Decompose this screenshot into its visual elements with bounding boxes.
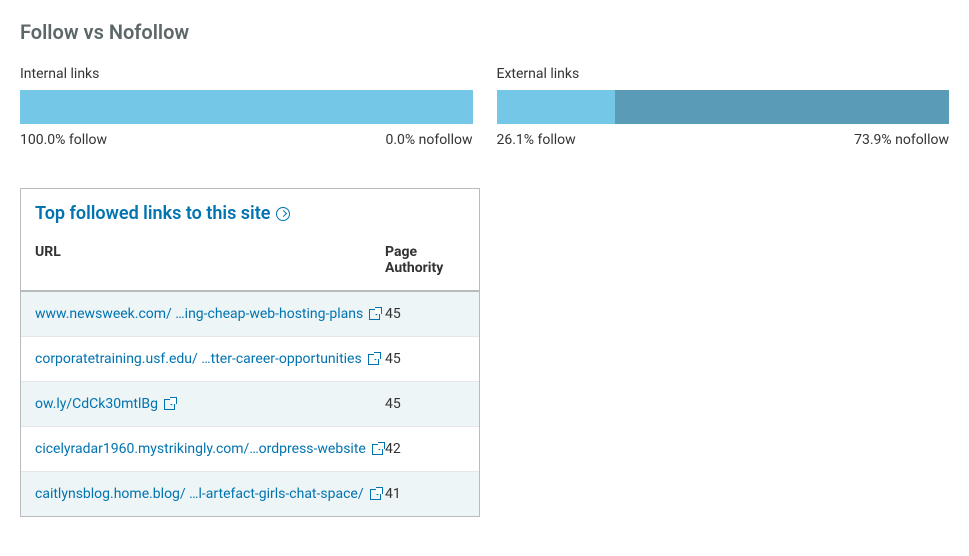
external-link-icon xyxy=(372,444,383,455)
table-header: URL Page Authority xyxy=(21,234,479,292)
external-follow-text: 26.1% follow xyxy=(497,132,576,148)
link-text: www.newsweek.com/ …ing-cheap-web-hosting… xyxy=(35,306,363,322)
internal-links-chart: Internal links 100.0% follow 0.0% nofoll… xyxy=(20,66,473,148)
page-authority-value: 45 xyxy=(385,396,465,412)
external-link-icon xyxy=(369,309,380,320)
link-text: corporatetraining.usf.edu/ …tter-career-… xyxy=(35,351,362,367)
table-row: corporatetraining.usf.edu/ …tter-career-… xyxy=(21,337,479,382)
external-follow-segment xyxy=(497,90,615,124)
page-authority-value: 41 xyxy=(385,486,465,502)
external-nofollow-text: 73.9% nofollow xyxy=(854,132,949,148)
internal-follow-text: 100.0% follow xyxy=(20,132,107,148)
followed-link[interactable]: corporatetraining.usf.edu/ …tter-career-… xyxy=(35,351,379,367)
followed-link[interactable]: cicelyradar1960.mystrikingly.com/…ordpre… xyxy=(35,441,383,457)
table-row: ow.ly/CdCk30mtlBg 45 xyxy=(21,382,479,427)
col-header-pa: Page Authority xyxy=(385,244,465,276)
followed-link[interactable]: www.newsweek.com/ …ing-cheap-web-hosting… xyxy=(35,306,380,322)
section-title: Follow vs Nofollow xyxy=(20,20,949,44)
link-text: cicelyradar1960.mystrikingly.com/…ordpre… xyxy=(35,441,366,457)
page-authority-value: 42 xyxy=(385,441,465,457)
table-row: caitlynsblog.home.blog/ …l-artefact-girl… xyxy=(21,472,479,516)
internal-follow-segment xyxy=(20,90,473,124)
external-link-icon xyxy=(164,399,175,410)
external-links-chart: External links 26.1% follow 73.9% nofoll… xyxy=(497,66,950,148)
panel-title-text: Top followed links to this site xyxy=(35,203,270,224)
external-bar xyxy=(497,90,950,124)
col-header-url: URL xyxy=(35,244,385,276)
page-authority-value: 45 xyxy=(385,351,465,367)
external-link-icon xyxy=(368,354,379,365)
chart-label-external: External links xyxy=(497,66,950,82)
external-link-icon xyxy=(370,489,381,500)
table-row: cicelyradar1960.mystrikingly.com/…ordpre… xyxy=(21,427,479,472)
chart-label-internal: Internal links xyxy=(20,66,473,82)
follow-nofollow-charts: Internal links 100.0% follow 0.0% nofoll… xyxy=(20,66,949,148)
followed-link[interactable]: ow.ly/CdCk30mtlBg xyxy=(35,396,175,412)
link-text: ow.ly/CdCk30mtlBg xyxy=(35,396,158,412)
link-text: caitlynsblog.home.blog/ …l-artefact-girl… xyxy=(35,486,364,502)
followed-link[interactable]: caitlynsblog.home.blog/ …l-artefact-girl… xyxy=(35,486,381,502)
internal-bar xyxy=(20,90,473,124)
page-authority-value: 45 xyxy=(385,306,465,322)
internal-nofollow-text: 0.0% nofollow xyxy=(385,132,472,148)
panel-title-link[interactable]: Top followed links to this site xyxy=(35,203,290,224)
chevron-right-circle-icon xyxy=(276,207,290,221)
top-followed-links-panel: Top followed links to this site URL Page… xyxy=(20,188,480,517)
external-nofollow-segment xyxy=(615,90,949,124)
table-row: www.newsweek.com/ …ing-cheap-web-hosting… xyxy=(21,292,479,337)
